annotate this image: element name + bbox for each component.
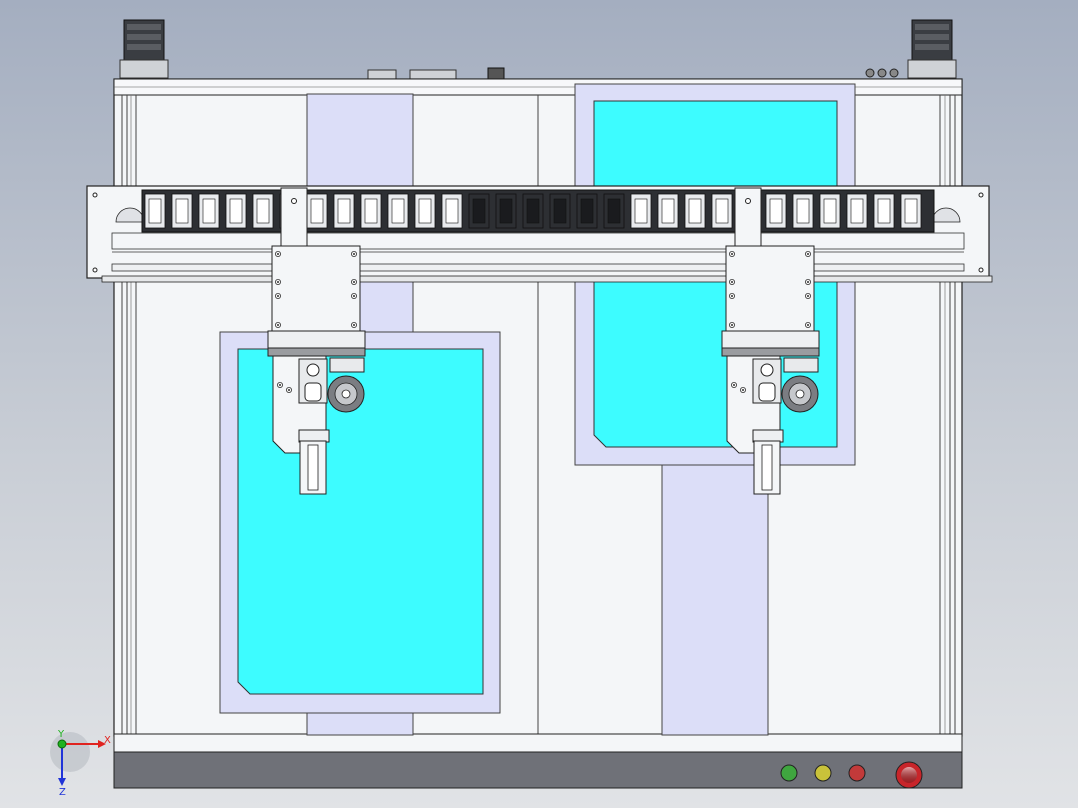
chain-link-window bbox=[445, 198, 459, 224]
chain-link-window bbox=[904, 198, 918, 224]
green-indicator-lamp bbox=[780, 764, 798, 782]
control-panel bbox=[113, 751, 963, 789]
chain-link-window bbox=[877, 198, 891, 224]
chain-link-window bbox=[202, 198, 216, 224]
chain-link-window bbox=[148, 198, 162, 224]
x-axis-label: X bbox=[104, 735, 111, 746]
chain-link-window bbox=[634, 198, 648, 224]
yellow-indicator-lamp bbox=[814, 764, 832, 782]
chain-link-window bbox=[850, 198, 864, 224]
machine-drawing: X Y Z bbox=[50, 19, 993, 798]
chain-link-window bbox=[310, 198, 324, 224]
chain-link-window bbox=[553, 198, 567, 224]
chain-link-window bbox=[499, 198, 513, 224]
top-right-connector-block bbox=[907, 19, 957, 79]
chain-link-window bbox=[688, 198, 702, 224]
top-left-connector-block bbox=[119, 19, 169, 79]
chain-link-window bbox=[364, 198, 378, 224]
chain-link-window bbox=[337, 198, 351, 224]
cable-chain bbox=[141, 189, 935, 233]
chain-link-window bbox=[256, 198, 270, 224]
coordinate-triad: X Y Z bbox=[50, 729, 111, 798]
chain-link-window bbox=[229, 198, 243, 224]
chain-link-window bbox=[769, 198, 783, 224]
chain-link-window bbox=[472, 198, 486, 224]
y-axis-label: Y bbox=[57, 729, 65, 740]
chain-link-window bbox=[391, 198, 405, 224]
chain-link-window bbox=[526, 198, 540, 224]
chain-link-window bbox=[580, 198, 594, 224]
z-axis-label: Z bbox=[59, 787, 66, 798]
top-edge-connectors bbox=[367, 67, 899, 80]
chain-link-window bbox=[796, 198, 810, 224]
chain-link-window bbox=[823, 198, 837, 224]
right-belt-strip bbox=[661, 449, 769, 736]
chain-link-window bbox=[418, 198, 432, 224]
chain-link-window bbox=[607, 198, 621, 224]
chain-link-window bbox=[175, 198, 189, 224]
chain-link-window bbox=[715, 198, 729, 224]
red-indicator-lamp bbox=[848, 764, 866, 782]
chain-link-window bbox=[661, 198, 675, 224]
